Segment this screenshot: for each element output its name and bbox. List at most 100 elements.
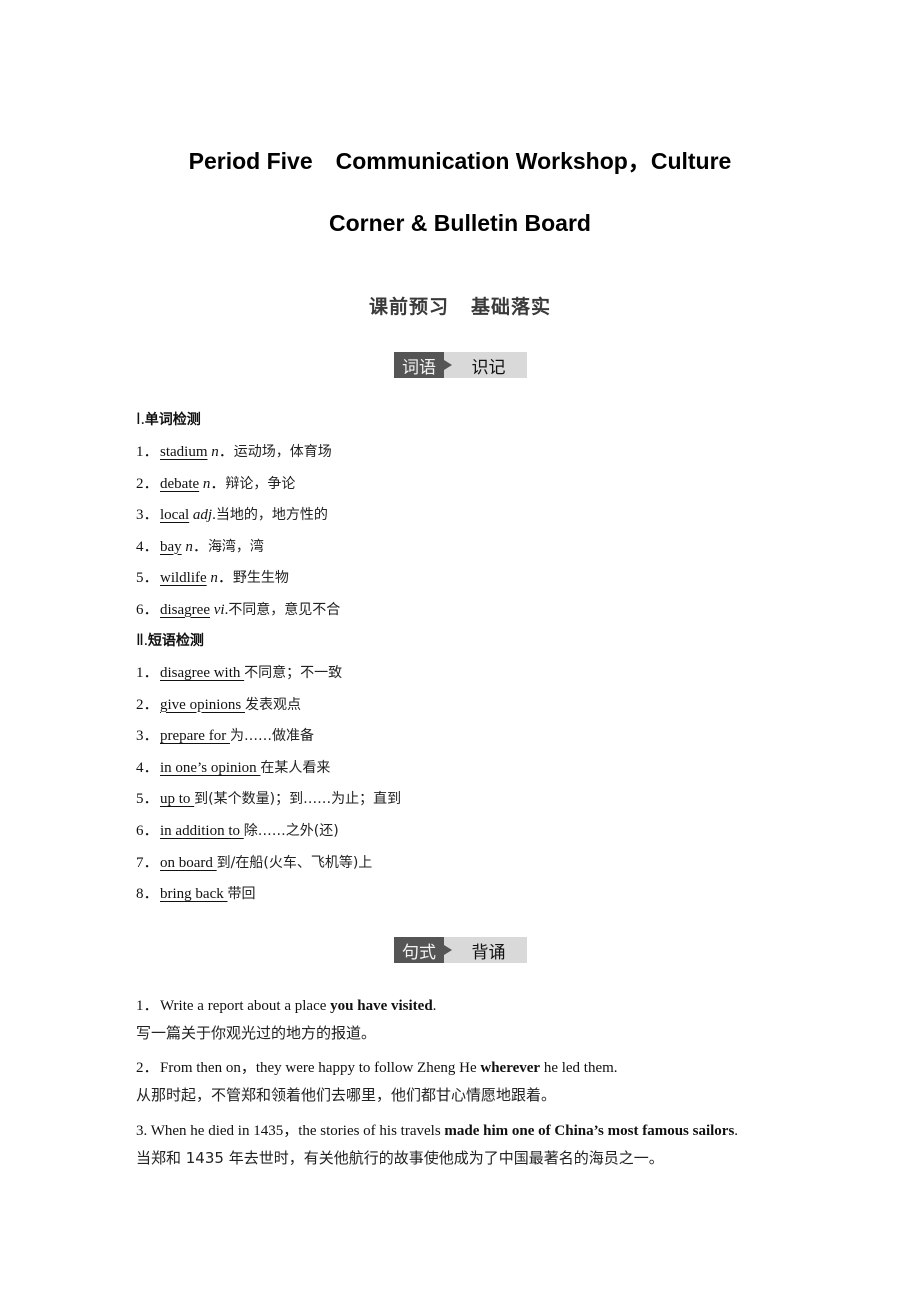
heading-text: 单词检测 xyxy=(144,412,201,428)
word-item: 1．stadium n．运动场，体育场 xyxy=(136,442,332,462)
phrase-meaning: 为……做准备 xyxy=(229,728,314,745)
pos-suffix: ． xyxy=(210,475,226,492)
key-pattern: wherever xyxy=(480,1060,541,1076)
part-of-speech: adj xyxy=(192,507,213,523)
page-title-line-2: Corner & Bulletin Board xyxy=(329,210,591,236)
phrase-meaning: 到(某个数量)；到……为止；直到 xyxy=(194,791,402,808)
item-number: 7． xyxy=(136,854,159,871)
word-term: disagree xyxy=(160,601,210,618)
phrase-item: 4．in one’s opinion 在某人看来 xyxy=(136,758,330,778)
subtitle-left: 课前预习 xyxy=(368,296,449,318)
part-of-speech: vi xyxy=(213,601,225,618)
phrase-term: disagree with xyxy=(160,665,245,681)
phrase-term: bring back xyxy=(160,886,228,903)
part-of-speech: n xyxy=(210,570,218,586)
sentence-translation: 当郑和 1435 年去世时，有关他航行的故事使他成为了中国最著名的海员之一。 xyxy=(136,1149,664,1167)
item-number: 3． xyxy=(136,728,159,745)
word-meaning: 不同意，意见不合 xyxy=(228,601,341,618)
phrase-item: 8．bring back 带回 xyxy=(136,884,255,904)
banner-tag: 词语 xyxy=(394,352,452,378)
word-meaning: 运动场，体育场 xyxy=(233,444,332,460)
item-number: 6． xyxy=(136,823,159,839)
phrase-item: 6．in addition to 除……之外(还) xyxy=(136,821,339,841)
roman-numeral: Ⅱ. xyxy=(136,632,148,649)
key-pattern: you have visited xyxy=(330,998,433,1014)
subtitle-right: 基础落实 xyxy=(471,296,552,318)
item-number: 1． xyxy=(136,444,159,460)
word-item: 5．wildlife n．野生生物 xyxy=(136,568,289,588)
part-of-speech: n xyxy=(185,538,193,555)
key-pattern: made him one of China’s most famous sail… xyxy=(444,1123,735,1139)
word-meaning: 野生生物 xyxy=(232,570,289,586)
word-item: 6．disagree vi.不同意，意见不合 xyxy=(136,600,340,620)
part-of-speech: n xyxy=(211,444,219,460)
word-term: stadium xyxy=(160,444,208,460)
sentences-banner: 句式 背诵 xyxy=(394,937,527,963)
phrase-item: 3．prepare for 为……做准备 xyxy=(136,726,314,746)
phrase-item: 5．up to 到(某个数量)；到……为止；直到 xyxy=(136,789,401,809)
item-number: 6． xyxy=(136,601,159,618)
phrase-term: in addition to xyxy=(160,823,244,839)
word-term: bay xyxy=(160,538,182,555)
vocabulary-banner: 词语 识记 xyxy=(394,352,527,378)
phrase-meaning: 在某人看来 xyxy=(260,759,331,776)
sentence-text: From then on，they were happy to follow Z… xyxy=(160,1060,481,1076)
phrase-item: 2．give opinions 发表观点 xyxy=(136,695,301,715)
word-meaning: 辩论，争论 xyxy=(225,475,296,492)
item-number: 5． xyxy=(136,791,159,808)
word-item: 4．bay n．海湾，湾 xyxy=(136,537,264,557)
phrase-term: in one’s opinion xyxy=(160,759,261,776)
phrases-section-heading: Ⅱ.短语检测 xyxy=(136,631,204,651)
item-number: 3． xyxy=(136,507,159,523)
item-number: 4． xyxy=(136,538,159,555)
item-number: 8． xyxy=(136,886,159,903)
banner-label: 背诵 xyxy=(444,937,527,963)
item-number: 2． xyxy=(136,696,159,713)
sentence-text: When he died in 1435，the stories of his … xyxy=(147,1123,445,1139)
word-item: 3．local adj.当地的，地方性的 xyxy=(136,505,328,525)
phrase-term: give opinions xyxy=(160,696,245,713)
word-item: 2．debate n．辩论，争论 xyxy=(136,474,295,494)
phrase-item: 1．disagree with 不同意；不一致 xyxy=(136,663,342,683)
page-title-line-1: Period Five Communication Workshop，Cultu… xyxy=(188,148,732,174)
banner-label: 识记 xyxy=(444,352,527,378)
phrase-meaning: 不同意；不一致 xyxy=(244,665,343,681)
banner-tag: 句式 xyxy=(394,937,452,963)
word-term: local xyxy=(160,507,190,523)
phrase-item: 7．on board 到/在船(火车、飞机等)上 xyxy=(136,853,372,873)
item-number: 4． xyxy=(136,759,159,776)
pos-suffix: ． xyxy=(217,570,233,586)
item-number: 3. xyxy=(136,1123,148,1139)
sentence-item: 2．From then on，they were happy to follow… xyxy=(136,1058,618,1078)
heading-text: 短语检测 xyxy=(147,633,204,649)
sentence-translation: 从那时起，不管郑和领着他们去哪里，他们都甘心情愿地跟着。 xyxy=(136,1086,557,1104)
phrase-meaning: 发表观点 xyxy=(245,696,301,713)
sentence-text: . xyxy=(432,998,437,1014)
pos-suffix: ． xyxy=(218,444,234,460)
phrase-meaning: 带回 xyxy=(227,886,256,903)
sentence-text: . xyxy=(734,1123,739,1139)
item-number: 2． xyxy=(136,475,159,492)
word-meaning: 当地的，地方性的 xyxy=(215,507,328,523)
sentence-text: Write a report about a place xyxy=(160,998,331,1014)
sentence-translation: 写一篇关于你观光过的地方的报道。 xyxy=(136,1024,377,1042)
phrase-meaning: 除……之外(还) xyxy=(243,823,339,839)
sentence-text: he led them. xyxy=(540,1060,618,1076)
pos-suffix: ． xyxy=(192,538,208,555)
word-term: wildlife xyxy=(160,570,207,586)
section-subtitle: 课前预习 基础落实 xyxy=(0,292,920,319)
words-section-heading: Ⅰ.单词检测 xyxy=(136,410,201,430)
word-meaning: 海湾，湾 xyxy=(207,538,264,555)
item-number: 2． xyxy=(136,1060,159,1076)
word-term: debate xyxy=(160,475,200,492)
item-number: 1． xyxy=(136,998,159,1014)
item-number: 1． xyxy=(136,665,159,681)
phrase-term: up to xyxy=(160,791,195,808)
sentence-item: 3. When he died in 1435，the stories of h… xyxy=(136,1121,738,1141)
phrase-term: prepare for xyxy=(160,728,230,745)
sentence-item: 1．Write a report about a place you have … xyxy=(136,996,436,1016)
phrase-term: on board xyxy=(160,854,217,871)
roman-numeral: Ⅰ. xyxy=(136,411,145,428)
item-number: 5． xyxy=(136,570,159,586)
phrase-meaning: 到/在船(火车、飞机等)上 xyxy=(216,854,373,871)
